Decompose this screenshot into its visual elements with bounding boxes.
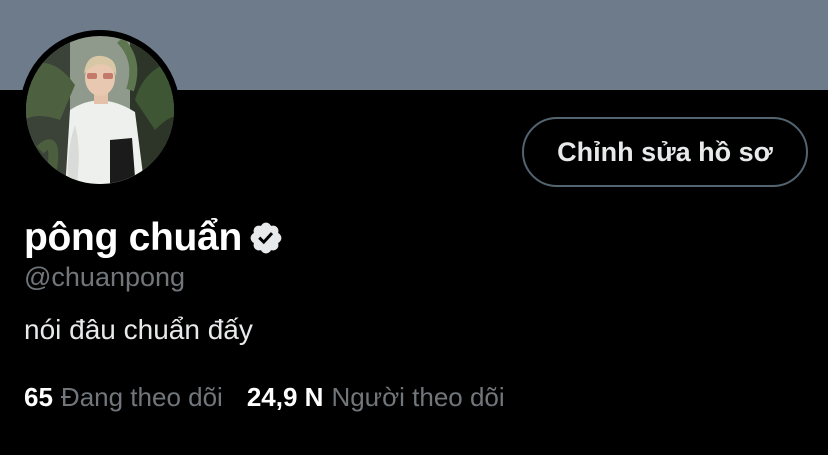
profile-stats: 65 Đang theo dõi 24,9 N Người theo dõi	[24, 382, 529, 413]
avatar-photo	[20, 30, 180, 190]
followers-label: Người theo dõi	[331, 382, 505, 412]
verified-badge-icon[interactable]	[248, 220, 284, 256]
avatar[interactable]	[20, 30, 180, 190]
profile-handle: @chuanpong	[24, 262, 186, 292]
display-name: pông chuẩn	[24, 216, 242, 259]
edit-profile-button[interactable]: Chỉnh sửa hồ sơ	[522, 117, 808, 187]
profile-header: Chỉnh sửa hồ sơ pông chuẩn @chuanpong nó…	[0, 0, 828, 455]
followers-count: 24,9 N	[246, 382, 324, 412]
following-stat[interactable]: 65 Đang theo dõi	[24, 382, 223, 413]
following-label: Đang theo dõi	[60, 382, 223, 412]
following-count: 65	[24, 382, 53, 412]
followers-stat[interactable]: 24,9 N Người theo dõi	[247, 382, 505, 413]
profile-bio: nói đâu chuẩn đấy	[24, 314, 253, 345]
name-row: pông chuẩn	[24, 210, 284, 266]
